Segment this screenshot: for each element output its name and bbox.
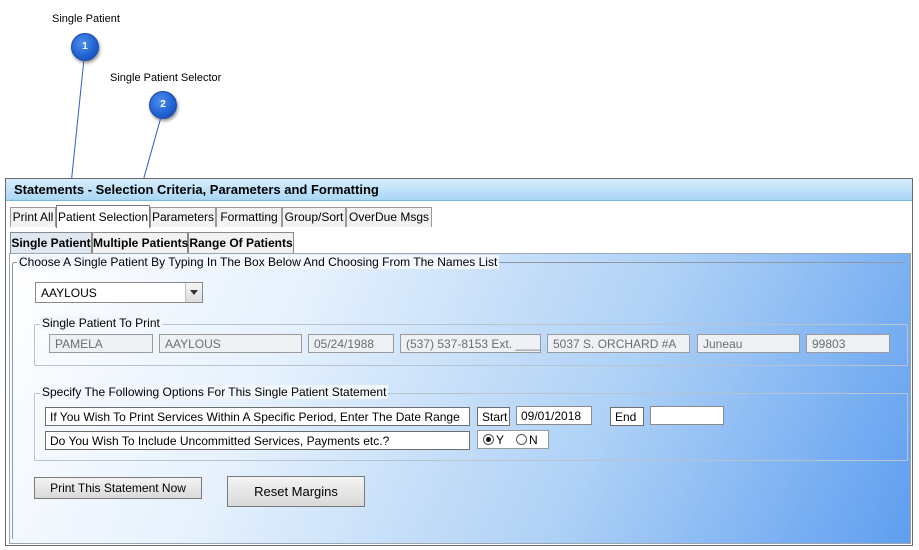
single-patient-panel: Choose A Single Patient By Typing In The… [9,253,911,544]
uncommitted-label: Do You Wish To Include Uncommitted Servi… [45,431,470,450]
city-field: Juneau [697,334,800,353]
start-label: Start [477,407,510,426]
callout-marker-1: 1 [71,33,99,61]
start-date-input[interactable]: 09/01/2018 [516,406,592,425]
tab-group-sort[interactable]: Group/Sort [282,207,346,227]
tab-overdue-msgs[interactable]: OverDue Msgs [346,207,432,227]
radio-yes-label: Y [496,433,505,447]
callout-label-single-patient-selector: Single Patient Selector [110,72,222,84]
reset-margins-button[interactable]: Reset Margins [227,476,365,507]
statements-window: Statements - Selection Criteria, Paramet… [5,178,913,546]
phone-field: (537) 537-8153 Ext. _____ [400,334,541,353]
subtab-single-patient[interactable]: Single Patient [10,232,92,253]
address-field: 5037 S. ORCHARD #A [547,334,690,353]
callout-label-single-patient: Single Patient [52,13,120,25]
last-name-field: AAYLOUS [159,334,302,353]
end-label: End [610,407,644,426]
tab-formatting[interactable]: Formatting [216,207,282,227]
end-date-input[interactable] [650,406,724,425]
patient-select-dropdown[interactable]: AAYLOUS [35,282,203,303]
chevron-down-icon[interactable] [185,283,202,302]
date-range-label: If You Wish To Print Services Within A S… [45,407,470,426]
window-title-bar: Statements - Selection Criteria, Paramet… [6,179,912,201]
window-title: Statements - Selection Criteria, Paramet… [14,182,379,197]
uncommitted-radio-group: Y N [477,430,549,449]
first-name-field: PAMELA [49,334,153,353]
tab-parameters[interactable]: Parameters [150,207,216,227]
tab-print-all[interactable]: Print All [10,207,56,227]
radio-no-label: N [529,433,538,447]
radio-no[interactable] [516,434,527,445]
radio-yes[interactable] [483,434,494,445]
tab-patient-selection[interactable]: Patient Selection [56,205,150,228]
subtab-multiple-patients[interactable]: Multiple Patients [92,232,188,253]
callout-marker-2: 2 [149,91,177,119]
statement-options-legend: Specify The Following Options For This S… [40,385,389,399]
statement-options-group [34,393,908,461]
patient-select-value: AAYLOUS [41,286,97,300]
zip-field: 99803 [806,334,890,353]
patient-to-print-legend: Single Patient To Print [40,316,162,330]
print-statement-now-button[interactable]: Print This Statement Now [34,477,202,499]
choose-patient-legend: Choose A Single Patient By Typing In The… [17,255,500,269]
dob-field: 05/24/1988 [308,334,394,353]
subtab-range-of-patients[interactable]: Range Of Patients [188,232,294,253]
